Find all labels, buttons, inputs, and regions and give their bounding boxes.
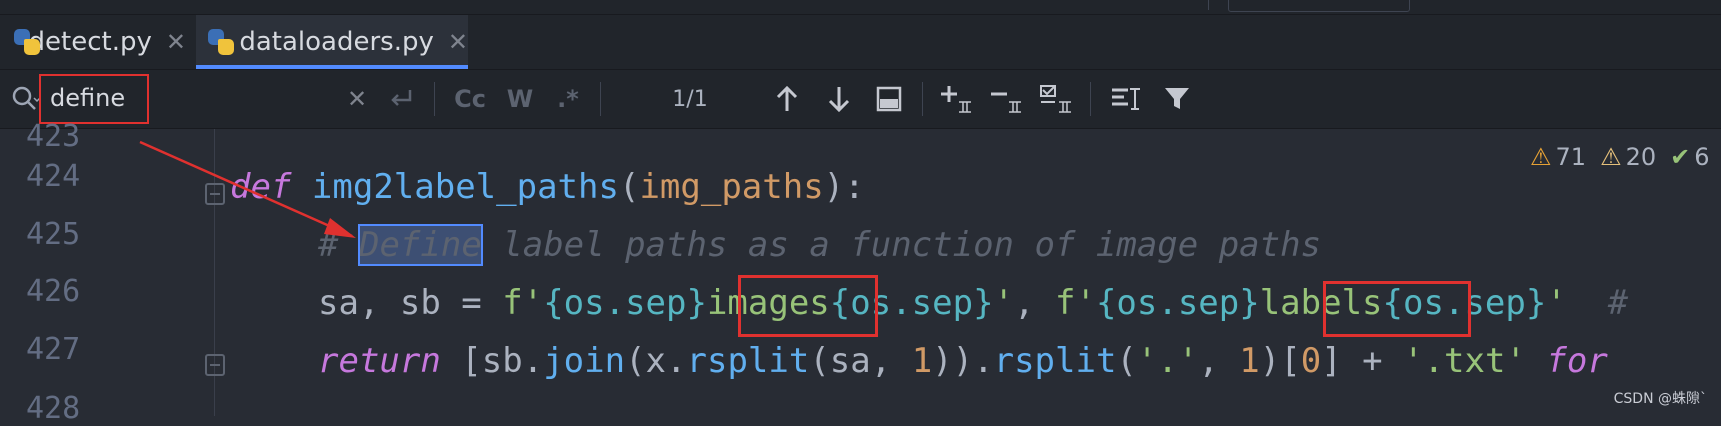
tab-label: dataloaders.py — [239, 27, 434, 57]
line-number: 425 — [26, 217, 81, 252]
warning-triangle-icon: ⚠ — [1600, 143, 1622, 171]
line-number: 428 — [26, 391, 81, 426]
tab-detect-py[interactable]: detect.py ✕ — [14, 15, 186, 69]
error-count: ⚠ 71 — [1530, 143, 1587, 171]
divider — [922, 82, 923, 116]
code-line-425[interactable]: # Define label paths as a function of im… — [318, 224, 1321, 266]
next-occurrence-icon[interactable] — [822, 70, 856, 128]
filter-icon[interactable] — [1158, 70, 1196, 128]
select-all-occurrences-icon[interactable] — [872, 70, 906, 128]
typo-count: ✔ 6 — [1670, 143, 1710, 171]
title-search-box[interactable] — [1228, 0, 1410, 12]
line-number: 426 — [26, 274, 81, 309]
python-file-icon — [14, 29, 40, 55]
remove-occurrence-icon[interactable] — [986, 70, 1026, 128]
tab-dataloaders-py[interactable]: dataloaders.py ✕ — [196, 15, 468, 69]
title-separator — [1208, 0, 1209, 10]
editor-tab-bar: detect.py ✕ dataloaders.py ✕ — [0, 15, 1721, 70]
warning-triangle-icon: ⚠ — [1530, 143, 1552, 171]
find-bar: define ✕ Cc W .* 1/1 — [0, 70, 1721, 129]
tab-label: detect.py — [28, 27, 152, 57]
line-number-gutter: 423 424 425 426 427 428 — [0, 119, 210, 426]
filter-search-results-icon[interactable] — [1106, 70, 1146, 128]
match-counter: 1/1 — [672, 86, 708, 112]
inspection-widget[interactable]: ⚠ 71 ⚠ 20 ✔ 6 — [1530, 143, 1710, 171]
python-file-icon — [208, 29, 234, 55]
multiline-icon[interactable] — [384, 70, 420, 128]
active-tab-indicator — [196, 65, 468, 69]
divider — [1090, 82, 1091, 116]
annotation-box-labels — [1323, 281, 1471, 337]
annotation-box-query — [39, 74, 149, 124]
search-match-highlight: Define — [357, 224, 483, 266]
annotation-box-images — [738, 275, 878, 337]
select-all-matches-icon[interactable] — [1036, 70, 1076, 128]
close-tab-icon[interactable]: ✕ — [166, 28, 186, 56]
line-number: 427 — [26, 332, 81, 367]
fold-marker-icon[interactable] — [205, 354, 225, 376]
close-tab-icon[interactable]: ✕ — [448, 28, 468, 56]
line-number: 424 — [26, 159, 81, 194]
match-case-toggle[interactable]: Cc — [446, 70, 494, 128]
previous-occurrence-icon[interactable] — [770, 70, 804, 128]
title-strip — [0, 0, 1721, 15]
divider — [434, 82, 435, 116]
warning-count: ⚠ 20 — [1600, 143, 1657, 171]
code-line-427[interactable]: return [sb.join(x.rsplit(sa, 1)).rsplit(… — [318, 341, 1608, 381]
line-number: 423 — [26, 119, 81, 154]
add-occurrence-icon[interactable] — [936, 70, 976, 128]
divider — [600, 82, 601, 116]
check-icon: ✔ — [1670, 143, 1691, 171]
code-line-424[interactable]: def img2label_paths(img_paths): — [230, 167, 865, 207]
fold-marker-icon[interactable] — [205, 183, 225, 205]
whole-word-toggle[interactable]: W — [500, 70, 540, 128]
watermark: CSDN @蛛隙` — [1613, 391, 1707, 407]
regex-toggle[interactable]: .* — [548, 70, 588, 128]
clear-search-icon[interactable]: ✕ — [340, 70, 374, 128]
